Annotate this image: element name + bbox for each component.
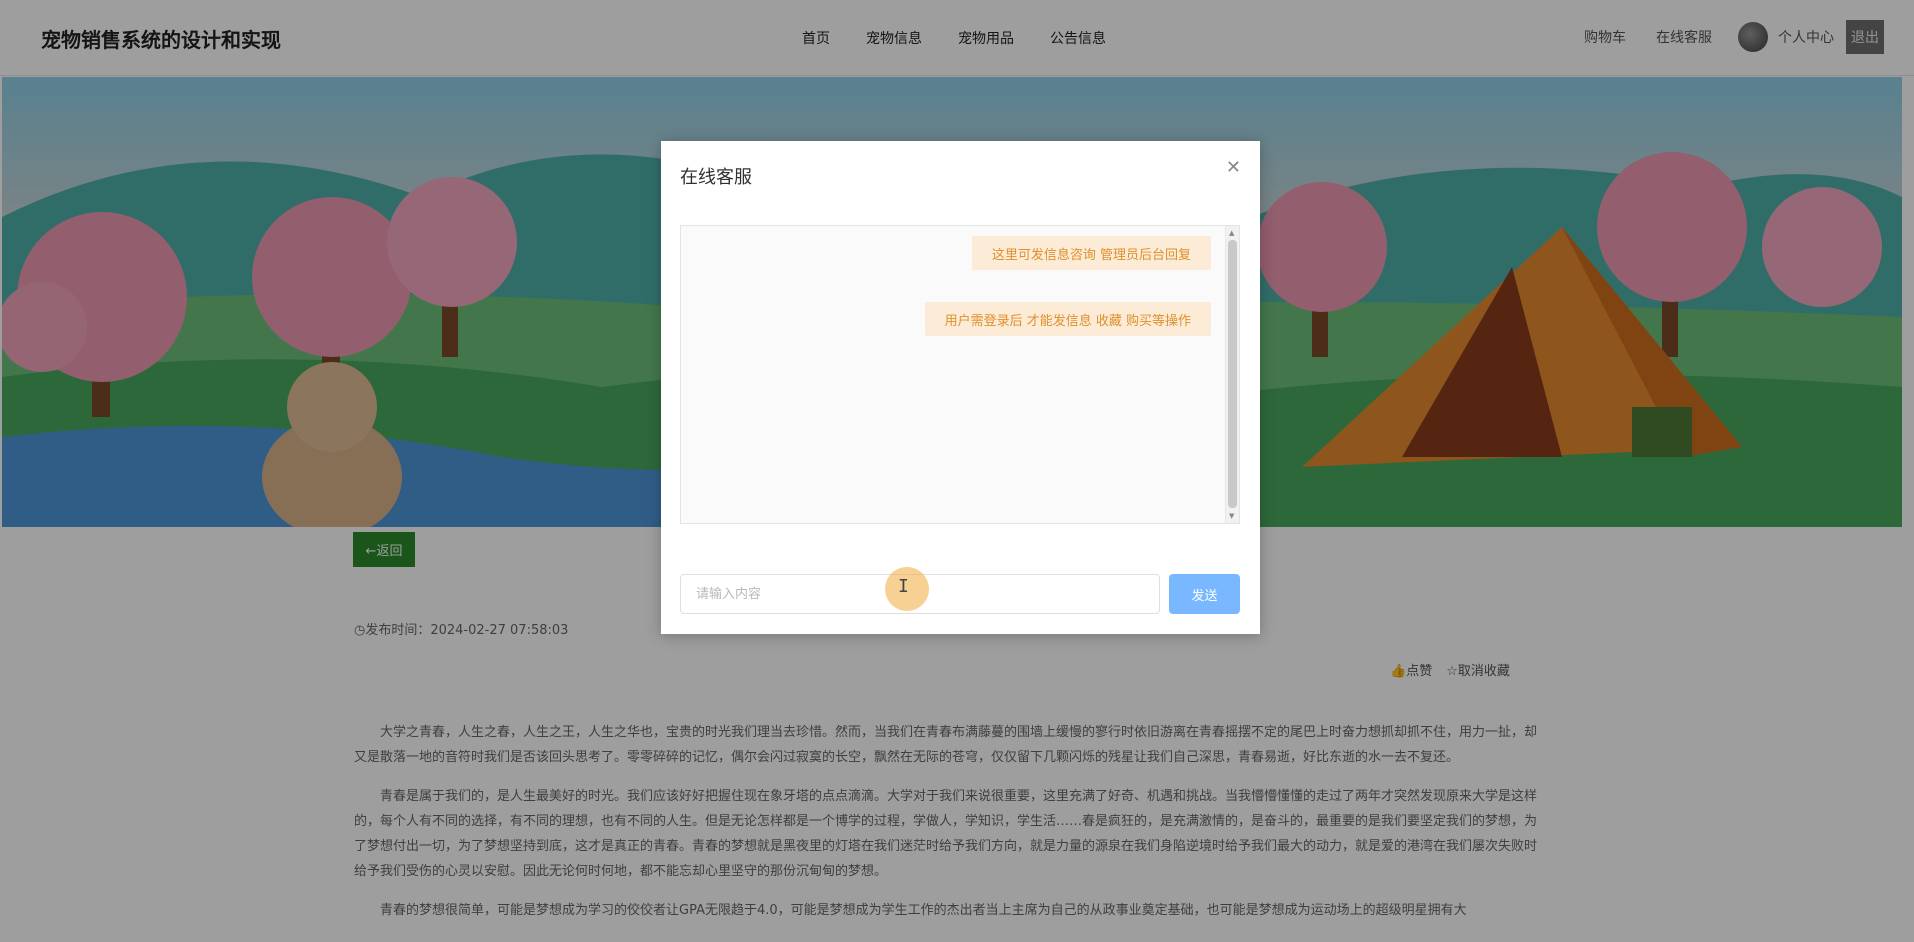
chat-scrollbar[interactable]: ▲ ▼ <box>1225 226 1239 523</box>
text-cursor-icon: I <box>898 576 909 597</box>
dialog-title: 在线客服 <box>680 167 752 188</box>
send-button[interactable]: 发送 <box>1169 574 1240 614</box>
chat-message: 用户需登录后 才能发信息 收藏 购买等操作 <box>924 302 1211 336</box>
chat-message: 这里可发信息咨询 管理员后台回复 <box>971 236 1211 270</box>
scroll-up-icon[interactable]: ▲ <box>1229 229 1234 237</box>
close-icon[interactable]: ✕ <box>1226 159 1241 177</box>
scroll-thumb[interactable] <box>1228 240 1237 508</box>
chat-messages[interactable]: 这里可发信息咨询 管理员后台回复 用户需登录后 才能发信息 收藏 购买等操作 ▲… <box>680 225 1240 524</box>
support-dialog: 在线客服 ✕ 这里可发信息咨询 管理员后台回复 用户需登录后 才能发信息 收藏 … <box>661 141 1260 634</box>
scroll-down-icon[interactable]: ▼ <box>1229 512 1234 520</box>
